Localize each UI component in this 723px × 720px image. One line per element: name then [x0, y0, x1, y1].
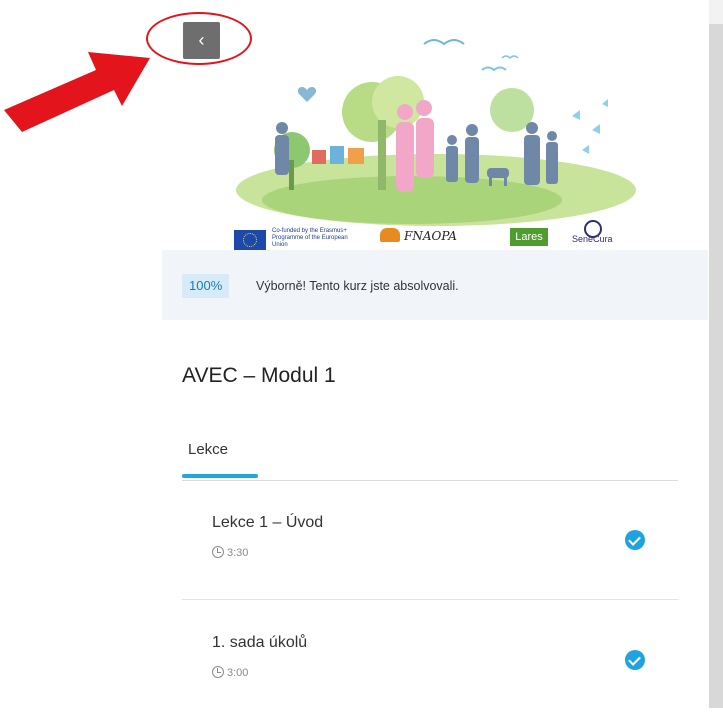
senecura-logo: SeneCura	[572, 234, 613, 244]
annotation-highlight-ellipse	[146, 12, 252, 65]
scrollbar-top	[709, 0, 723, 24]
completion-message: Výborně! Tento kurz jste absolvovali.	[256, 279, 459, 293]
lesson-duration: 3:30	[212, 546, 248, 559]
completed-check-icon	[625, 650, 645, 670]
lesson-item[interactable]: 1. sada úkolů 3:00	[182, 620, 678, 720]
lesson-title: Lekce 1 – Úvod	[212, 514, 324, 531]
eu-flag-logo	[234, 230, 266, 250]
partner-logos: Co-funded by the Erasmus+ Programme of t…	[232, 218, 652, 250]
tab-bar: Lekce	[182, 430, 678, 481]
duration-value: 3:00	[227, 667, 249, 679]
course-title: AVEC – Modul 1	[182, 364, 336, 387]
clock-icon	[212, 546, 224, 558]
annotation-arrow-icon	[4, 52, 150, 132]
duration-value: 3:30	[227, 547, 249, 559]
lesson-title: 1. sada úkolů	[212, 634, 308, 651]
tab-label: Lekce	[188, 441, 229, 458]
fnaopa-logo-icon	[380, 228, 400, 242]
lares-logo: Lares	[510, 228, 548, 246]
page-scrollbar[interactable]	[709, 0, 723, 708]
progress-banner: 100% Výborně! Tento kurz jste absolvoval…	[162, 250, 708, 320]
lesson-item[interactable]: Lekce 1 – Úvod 3:30	[182, 500, 678, 600]
erasmus-label: Co-funded by the Erasmus+ Programme of t…	[272, 228, 348, 248]
fnaopa-logo: FNAOPA	[404, 229, 457, 243]
progress-badge: 100%	[182, 274, 230, 298]
tab-lessons[interactable]: Lekce	[182, 430, 258, 478]
clock-icon	[212, 666, 224, 678]
completed-check-icon	[625, 530, 645, 550]
lesson-duration: 3:00	[212, 666, 248, 679]
active-tab-indicator	[182, 474, 258, 478]
